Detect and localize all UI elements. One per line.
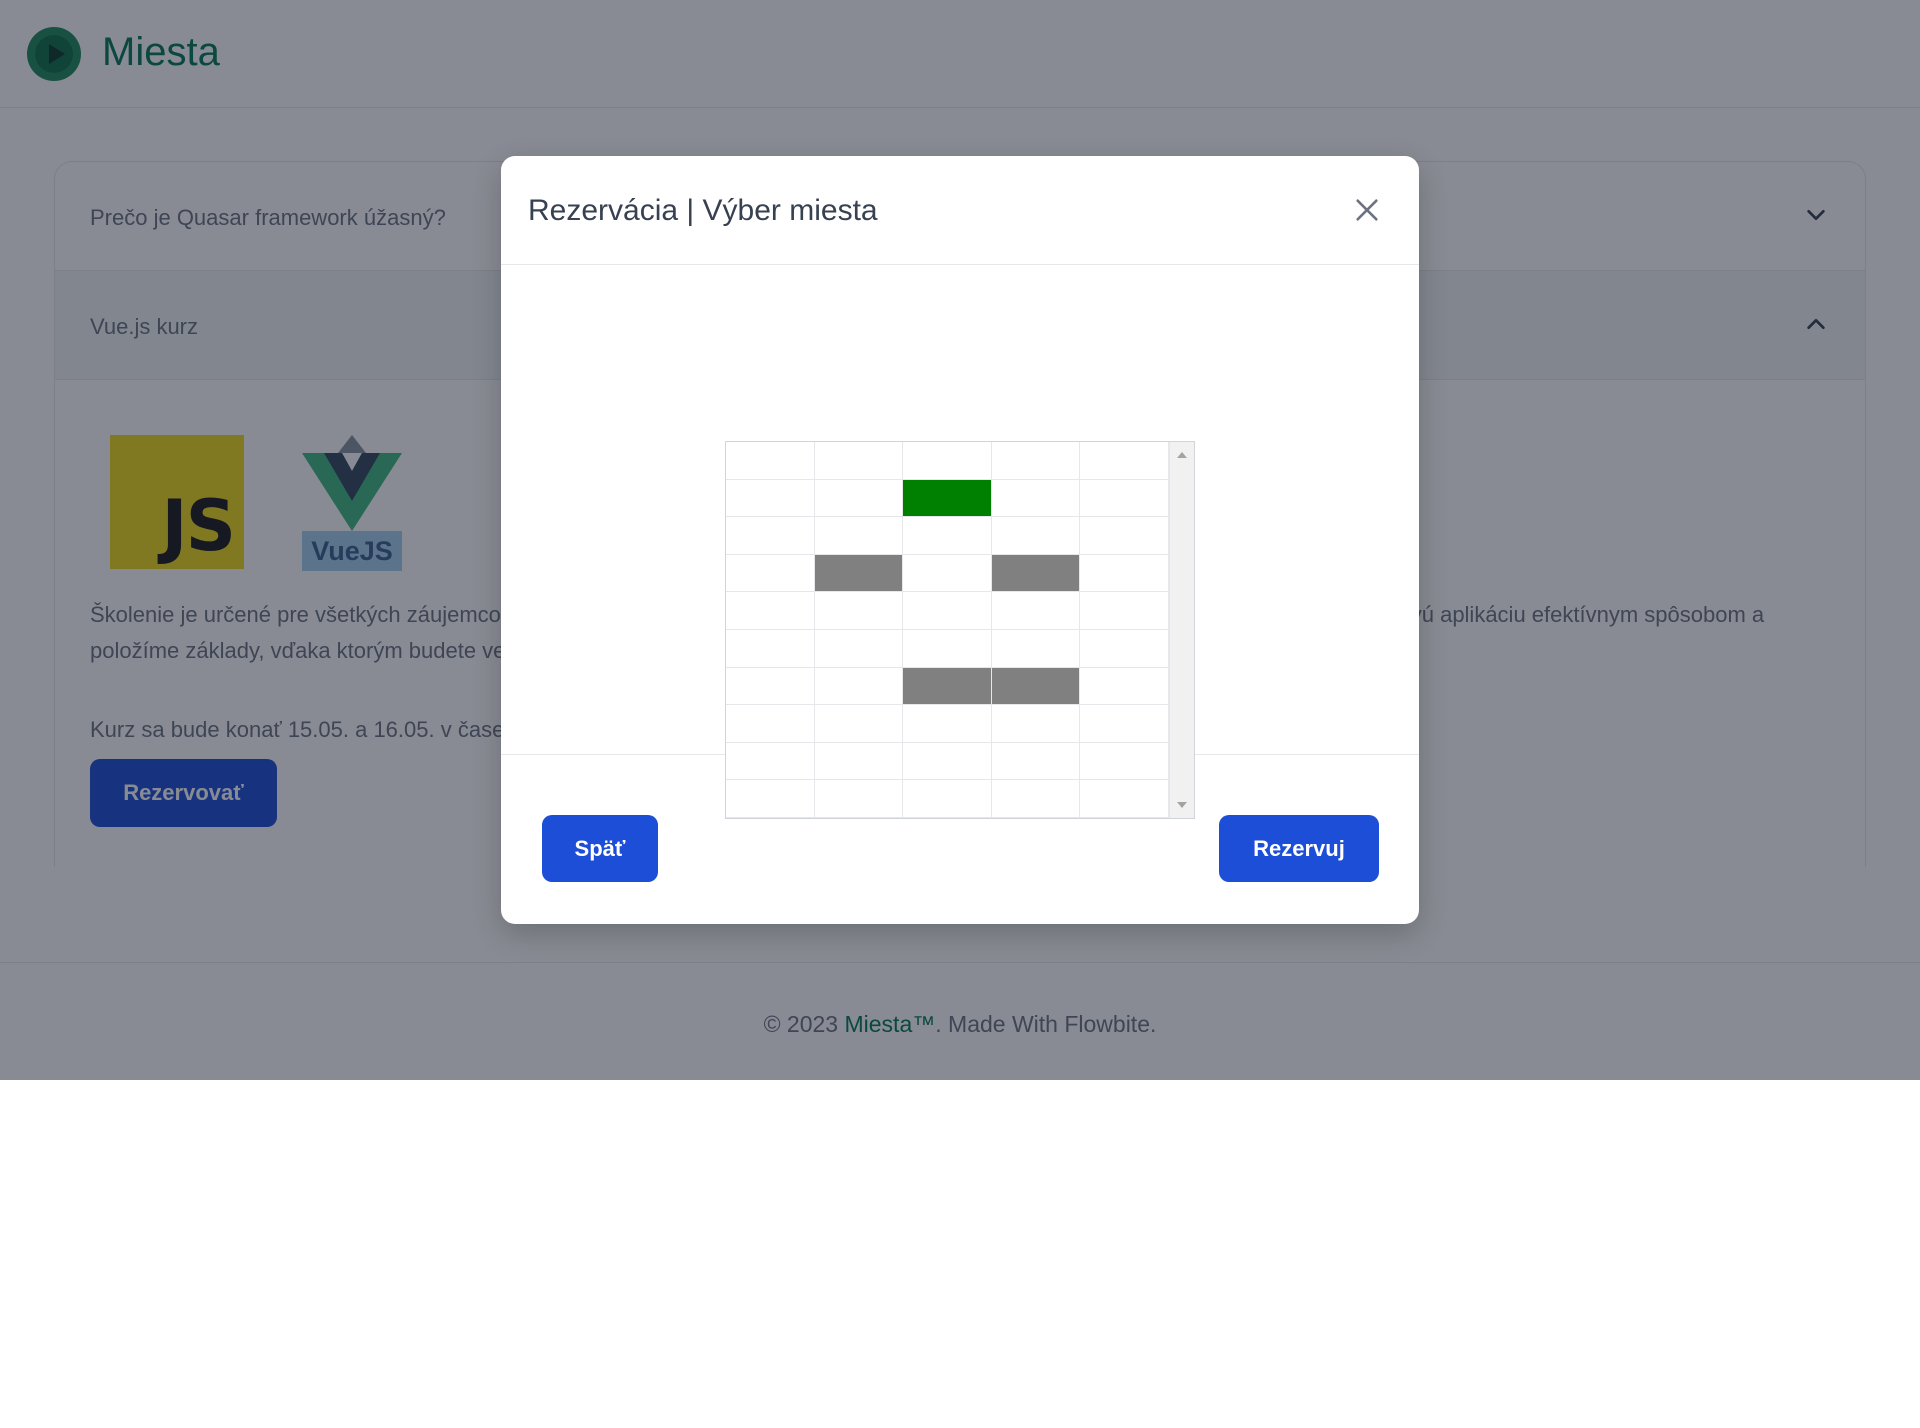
seat-free[interactable] [814, 592, 904, 630]
seat-free[interactable] [903, 554, 992, 593]
seat-free[interactable] [814, 479, 904, 518]
seat-selected[interactable] [903, 479, 992, 518]
seat-free[interactable] [814, 517, 904, 555]
seat-free[interactable] [814, 629, 904, 668]
reservation-modal: Rezervácia | Výber miesta Späť Rezervuj [501, 156, 1419, 924]
seat-free[interactable] [903, 517, 992, 555]
seat-free[interactable] [814, 442, 904, 480]
seat-free[interactable] [726, 479, 815, 518]
seat-free[interactable] [991, 442, 1081, 480]
seat-free[interactable] [1080, 479, 1169, 518]
seat-free[interactable] [1080, 592, 1169, 630]
modal-body [501, 265, 1419, 819]
seat-free[interactable] [903, 629, 992, 668]
close-icon[interactable] [1353, 196, 1381, 224]
seat-free[interactable] [903, 442, 992, 480]
seat-free[interactable] [1080, 554, 1169, 593]
seat-free[interactable] [814, 667, 904, 706]
seat-free[interactable] [1080, 667, 1169, 706]
seat-free[interactable] [1080, 705, 1169, 743]
seat-taken [903, 667, 992, 706]
modal-header: Rezervácia | Výber miesta [501, 156, 1419, 265]
seat-taken [991, 554, 1081, 593]
seat-free[interactable] [726, 517, 815, 555]
page: Miesta Prečo je Quasar framework úžasný?… [0, 0, 1920, 1080]
back-button[interactable]: Späť [542, 815, 658, 882]
reserve-button[interactable]: Rezervuj [1219, 815, 1379, 882]
seat-free[interactable] [991, 592, 1081, 630]
seat-free[interactable] [1080, 442, 1169, 480]
seat-free[interactable] [991, 479, 1081, 518]
seat-free[interactable] [1080, 517, 1169, 555]
seat-free[interactable] [991, 517, 1081, 555]
seat-free[interactable] [991, 705, 1081, 743]
seat-free[interactable] [726, 667, 815, 706]
modal-title: Rezervácia | Výber miesta [528, 194, 878, 227]
seat-free[interactable] [726, 442, 815, 480]
seat-free[interactable] [726, 592, 815, 630]
modal-footer: Späť Rezervuj [501, 755, 1419, 924]
seat-taken [991, 667, 1081, 706]
seat-free[interactable] [903, 705, 992, 743]
seat-free[interactable] [991, 629, 1081, 668]
seat-free[interactable] [1080, 629, 1169, 668]
seat-free[interactable] [726, 629, 815, 668]
seat-free[interactable] [726, 554, 815, 593]
seat-free[interactable] [903, 592, 992, 630]
seat-free[interactable] [814, 705, 904, 743]
seat-taken [814, 554, 904, 593]
seat-free[interactable] [726, 705, 815, 743]
scroll-up-arrow-icon[interactable] [1177, 452, 1187, 458]
